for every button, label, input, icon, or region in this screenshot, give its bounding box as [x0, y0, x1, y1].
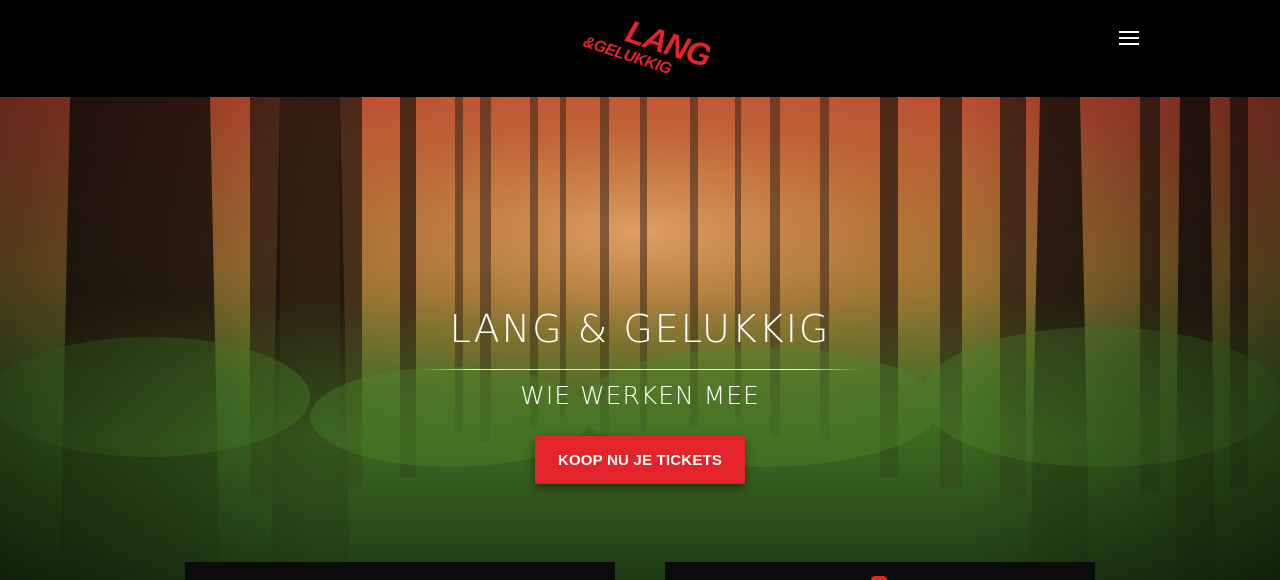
content-card-left[interactable] [185, 562, 615, 580]
site-header: LANG &GELUKKIG [0, 0, 1280, 97]
card-accent-icon [871, 576, 887, 580]
hero-divider [420, 369, 860, 370]
content-card-right[interactable] [665, 562, 1095, 580]
hero-subtitle: WIE WERKEN MEE [520, 381, 760, 410]
lang-gelukkig-logo[interactable]: LANG &GELUKKIG [570, 8, 710, 90]
buy-tickets-button[interactable]: KOOP NU JE TICKETS [535, 436, 745, 484]
hamburger-menu-icon[interactable] [1116, 28, 1142, 48]
hero-section: LANG & GELUKKIG WIE WERKEN MEE KOOP NU J… [0, 97, 1280, 580]
hero-title: LANG & GELUKKIG [449, 307, 831, 351]
